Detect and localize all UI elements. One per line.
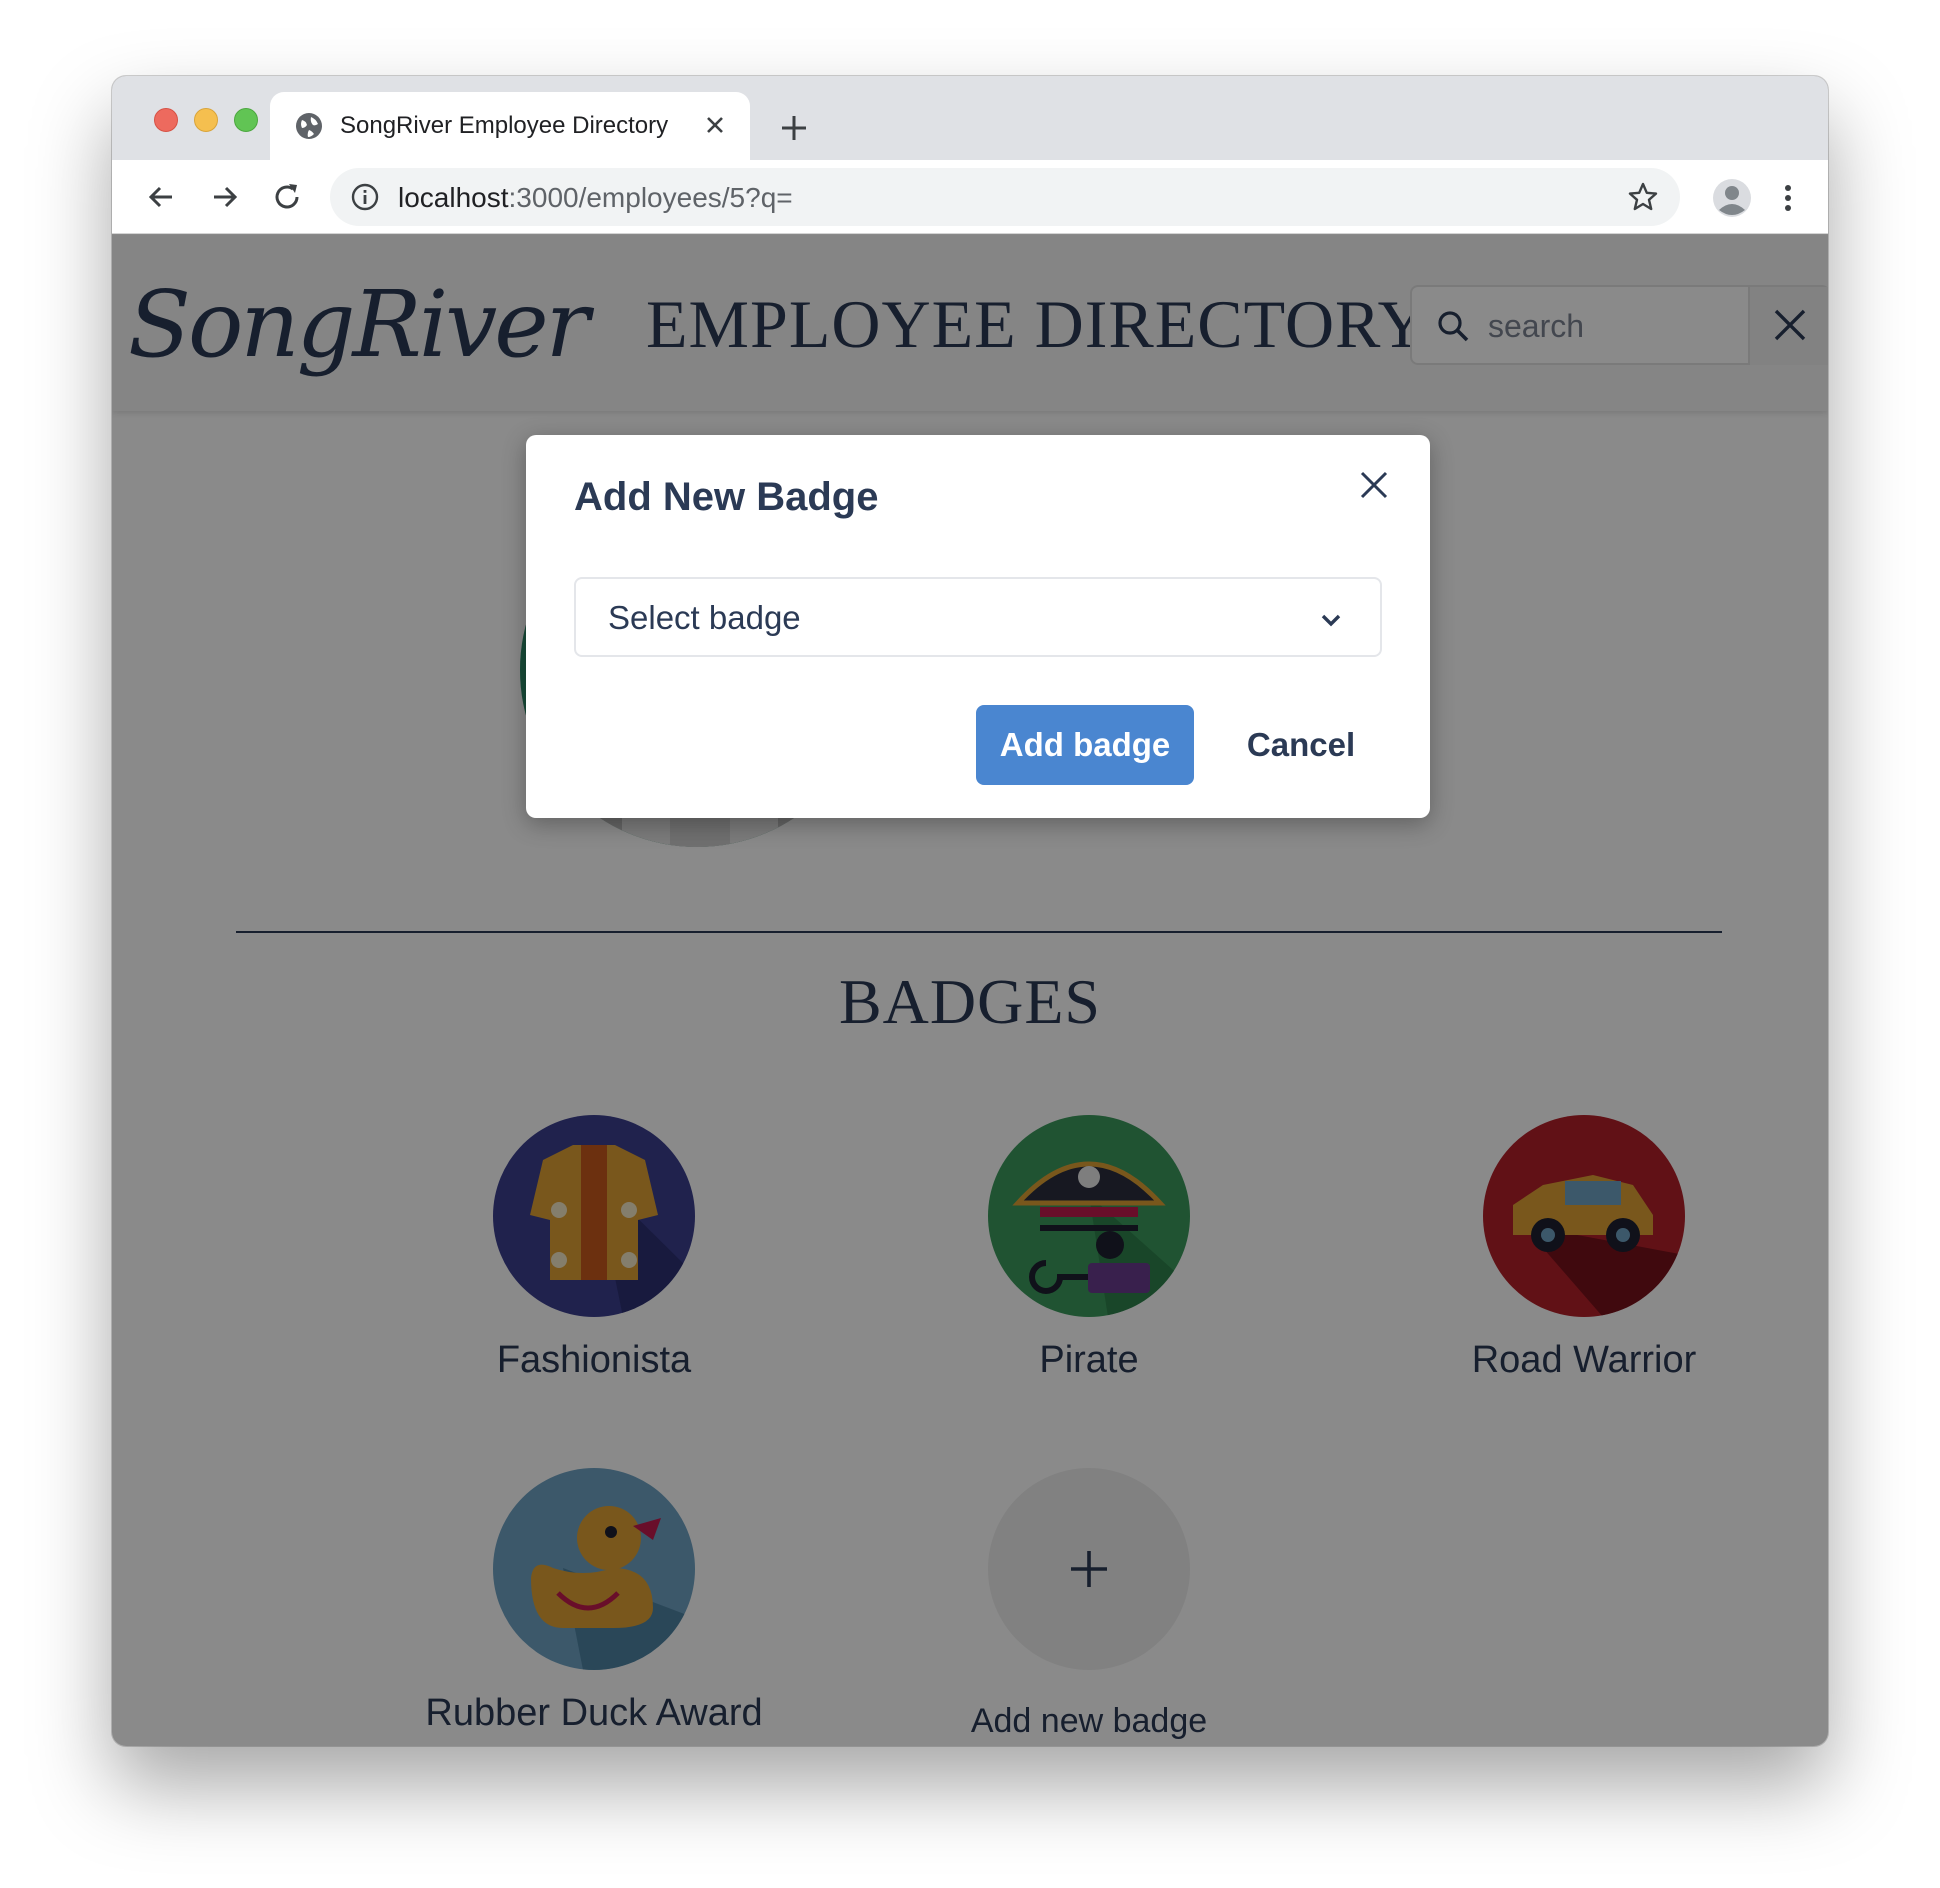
browser-tab[interactable]: SongRiver Employee Directory bbox=[270, 92, 750, 160]
cancel-button[interactable]: Cancel bbox=[1216, 705, 1386, 785]
maximize-window-button[interactable] bbox=[234, 108, 258, 132]
back-icon[interactable] bbox=[142, 178, 180, 216]
badge-select-dropdown[interactable]: Select badge bbox=[574, 577, 1382, 657]
tab-bar: SongRiver Employee Directory bbox=[112, 76, 1828, 160]
add-badge-button[interactable]: Add badge bbox=[976, 705, 1194, 785]
more-menu-icon[interactable] bbox=[1780, 178, 1796, 218]
page-viewport: SongRiver EMPLOYEE DIRECTORY search BADG… bbox=[112, 235, 1828, 1746]
select-value: Select badge bbox=[608, 599, 801, 636]
address-bar[interactable]: localhost:3000/employees/5?q= bbox=[330, 168, 1680, 226]
url-host: localhost bbox=[398, 182, 509, 213]
close-icon[interactable] bbox=[1354, 465, 1394, 505]
url-text: localhost:3000/employees/5?q= bbox=[398, 182, 793, 214]
close-tab-icon[interactable] bbox=[702, 112, 728, 138]
forward-icon[interactable] bbox=[206, 178, 244, 216]
browser-window: SongRiver Employee Directory localhost:3… bbox=[112, 76, 1828, 1746]
profile-avatar-icon[interactable] bbox=[1712, 178, 1752, 218]
chevron-down-icon bbox=[1321, 614, 1341, 627]
info-icon[interactable] bbox=[350, 182, 380, 212]
browser-toolbar: localhost:3000/employees/5?q= bbox=[112, 160, 1828, 234]
add-badge-modal: Add New Badge Select badge Add badge Can… bbox=[526, 435, 1430, 818]
tab-title: SongRiver Employee Directory bbox=[340, 112, 669, 139]
globe-icon bbox=[296, 113, 322, 139]
new-tab-icon[interactable] bbox=[776, 110, 812, 146]
minimize-window-button[interactable] bbox=[194, 108, 218, 132]
close-window-button[interactable] bbox=[154, 108, 178, 132]
bookmark-star-icon[interactable] bbox=[1626, 180, 1660, 214]
url-path: :3000/employees/5?q= bbox=[508, 182, 793, 213]
modal-title: Add New Badge bbox=[574, 475, 879, 519]
reload-icon[interactable] bbox=[268, 178, 306, 216]
